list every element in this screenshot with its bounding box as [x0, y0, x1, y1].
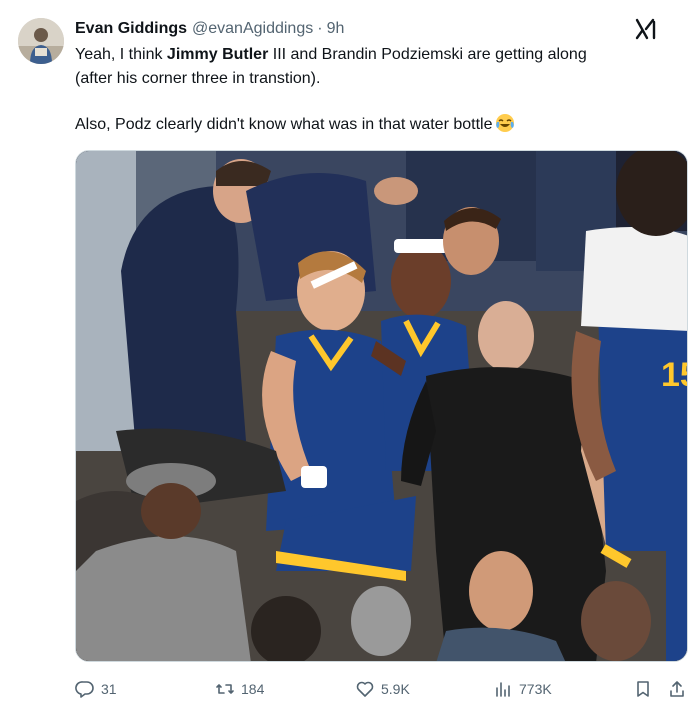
repost-icon	[216, 684, 234, 694]
views-count: 773K	[519, 681, 552, 697]
tweet: Evan Giddings @evanAgiddings · 9h Yeah, …	[0, 0, 698, 715]
repost-count: 184	[241, 681, 265, 697]
tweet-line-1: Yeah, I think Jimmy Butler III and Brand…	[75, 43, 675, 67]
grok-icon[interactable]	[634, 18, 658, 40]
tweet-photo[interactable]: 15	[75, 150, 688, 662]
views-button[interactable]: 773K	[493, 677, 552, 701]
separator-dot: ·	[317, 20, 323, 37]
reply-count: 31	[101, 681, 117, 697]
tweet-header: Evan Giddings @evanAgiddings · 9h	[75, 18, 344, 40]
avatar[interactable]	[18, 18, 64, 64]
repost-button[interactable]: 184	[215, 677, 264, 701]
timestamp[interactable]: 9h	[327, 20, 345, 38]
share-button[interactable]	[667, 677, 693, 701]
like-icon	[356, 681, 374, 697]
mention-bold: Jimmy Butler	[166, 46, 269, 63]
like-button[interactable]: 5.9K	[355, 677, 410, 701]
reply-button[interactable]: 31	[75, 677, 117, 701]
tweet-text-part: Also, Podz clearly didn't know what was …	[75, 116, 493, 133]
tweet-text-part: Yeah, I think	[75, 46, 167, 63]
tweet-line-3: Also, Podz clearly didn't know what was …	[75, 113, 675, 137]
bookmark-button[interactable]	[633, 677, 659, 701]
reply-icon	[75, 681, 94, 698]
face-with-tears-of-joy-icon	[495, 113, 515, 133]
like-count: 5.9K	[381, 681, 410, 697]
jersey-number: 15	[661, 356, 688, 394]
tweet-text-part: III and Brandin Podziemski are getting a…	[268, 46, 587, 63]
author-name[interactable]: Evan Giddings	[75, 20, 187, 38]
author-handle[interactable]: @evanAgiddings	[192, 20, 313, 38]
bookmark-icon	[637, 681, 649, 697]
action-bar: 31 184 5.9K 773K	[75, 677, 688, 701]
share-icon	[670, 681, 684, 697]
tweet-line-2: (after his corner three in transtion).	[75, 70, 321, 87]
views-icon	[496, 682, 510, 697]
tweet-text: Yeah, I think Jimmy Butler III and Brand…	[75, 43, 675, 137]
